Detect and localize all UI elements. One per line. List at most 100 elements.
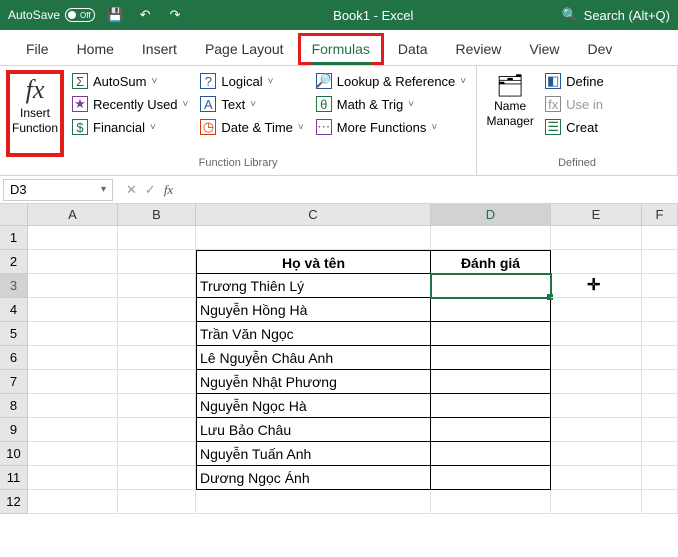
redo-icon[interactable]: ↷	[165, 5, 185, 25]
cell-header-name[interactable]: Họ và tên	[196, 250, 431, 274]
row-header[interactable]: 8	[0, 394, 28, 418]
cell[interactable]	[642, 466, 678, 490]
cell[interactable]	[28, 418, 118, 442]
save-icon[interactable]: 💾	[105, 5, 125, 25]
cell[interactable]	[196, 226, 431, 250]
row-header[interactable]: 4	[0, 298, 28, 322]
cell[interactable]	[642, 274, 678, 298]
cell[interactable]	[431, 442, 551, 466]
row-header[interactable]: 6	[0, 346, 28, 370]
tab-home[interactable]: Home	[63, 33, 128, 65]
cell[interactable]	[431, 322, 551, 346]
cell[interactable]	[28, 490, 118, 514]
cell[interactable]	[642, 226, 678, 250]
cell[interactable]	[118, 466, 196, 490]
autosave-toggle[interactable]: AutoSave Off	[8, 8, 95, 22]
cell[interactable]	[431, 298, 551, 322]
name-box[interactable]: D3▾	[3, 179, 113, 201]
cell[interactable]	[431, 226, 551, 250]
cell[interactable]	[642, 442, 678, 466]
undo-icon[interactable]: ↶	[135, 5, 155, 25]
tab-data[interactable]: Data	[384, 33, 442, 65]
financial-button[interactable]: $Financial	[68, 116, 192, 138]
cell[interactable]	[642, 298, 678, 322]
row-header[interactable]: 5	[0, 322, 28, 346]
cell[interactable]	[431, 418, 551, 442]
cell[interactable]	[551, 370, 642, 394]
cell[interactable]	[642, 346, 678, 370]
more-functions-button[interactable]: ⋯More Functions	[312, 116, 470, 138]
select-all-corner[interactable]	[0, 204, 28, 226]
cell[interactable]	[28, 298, 118, 322]
row-header[interactable]: 7	[0, 370, 28, 394]
cell[interactable]: Trần Văn Ngọc	[196, 322, 431, 346]
cell[interactable]	[28, 226, 118, 250]
cell[interactable]	[431, 394, 551, 418]
cell-header-rating[interactable]: Đánh giá	[431, 250, 551, 274]
tab-page-layout[interactable]: Page Layout	[191, 33, 298, 65]
cell[interactable]	[551, 466, 642, 490]
create-from-selection-button[interactable]: ☰Creat	[541, 116, 608, 138]
row-header[interactable]: 12	[0, 490, 28, 514]
row-header[interactable]: 10	[0, 442, 28, 466]
search-box[interactable]: 🔍 Search (Alt+Q)	[561, 7, 670, 23]
insert-function-button[interactable]: fx Insert Function	[6, 70, 64, 157]
cell[interactable]	[642, 370, 678, 394]
row-header[interactable]: 9	[0, 418, 28, 442]
toggle-icon[interactable]: Off	[65, 8, 95, 22]
cell[interactable]	[118, 490, 196, 514]
cell[interactable]	[118, 274, 196, 298]
cell[interactable]	[431, 466, 551, 490]
cell[interactable]	[642, 490, 678, 514]
cell[interactable]	[551, 442, 642, 466]
cell[interactable]	[118, 250, 196, 274]
tab-review[interactable]: Review	[442, 33, 516, 65]
cell[interactable]	[551, 394, 642, 418]
cell[interactable]	[118, 442, 196, 466]
spreadsheet-grid[interactable]: A B C D E F 1 2 Họ và tên Đánh giá 3 Trư…	[0, 204, 678, 514]
cell[interactable]	[642, 250, 678, 274]
col-header-D[interactable]: D	[431, 204, 551, 226]
tab-formulas[interactable]: Formulas	[298, 33, 384, 65]
cell[interactable]	[551, 226, 642, 250]
formula-input[interactable]	[183, 179, 678, 201]
row-header[interactable]: 1	[0, 226, 28, 250]
cell[interactable]	[642, 418, 678, 442]
col-header-A[interactable]: A	[28, 204, 118, 226]
cell[interactable]	[118, 346, 196, 370]
cell[interactable]	[551, 346, 642, 370]
logical-button[interactable]: ?Logical	[196, 70, 307, 92]
cell[interactable]	[196, 490, 431, 514]
cell[interactable]: Nguyễn Tuấn Anh	[196, 442, 431, 466]
col-header-C[interactable]: C	[196, 204, 431, 226]
cell[interactable]	[118, 370, 196, 394]
text-button[interactable]: AText	[196, 93, 307, 115]
cell[interactable]	[118, 322, 196, 346]
cell[interactable]: Nguyễn Ngọc Hà	[196, 394, 431, 418]
date-time-button[interactable]: ◷Date & Time	[196, 116, 307, 138]
cell[interactable]	[28, 322, 118, 346]
col-header-F[interactable]: F	[642, 204, 678, 226]
cell[interactable]	[28, 466, 118, 490]
cell[interactable]: Lê Nguyễn Châu Anh	[196, 346, 431, 370]
cell[interactable]	[551, 274, 642, 298]
cell[interactable]	[28, 274, 118, 298]
math-trig-button[interactable]: θMath & Trig	[312, 93, 470, 115]
cell[interactable]: Nguyễn Hồng Hà	[196, 298, 431, 322]
cell[interactable]: Nguyễn Nhật Phương	[196, 370, 431, 394]
tab-file[interactable]: File	[12, 33, 63, 65]
row-header[interactable]: 11	[0, 466, 28, 490]
cell[interactable]	[551, 298, 642, 322]
lookup-reference-button[interactable]: 🔎Lookup & Reference	[312, 70, 470, 92]
fx-icon-small[interactable]: fx	[164, 182, 173, 198]
cell[interactable]	[551, 250, 642, 274]
tab-view[interactable]: View	[515, 33, 573, 65]
cell[interactable]	[28, 394, 118, 418]
col-header-E[interactable]: E	[551, 204, 642, 226]
row-header[interactable]: 2	[0, 250, 28, 274]
cell[interactable]: Lưu Bảo Châu	[196, 418, 431, 442]
tab-insert[interactable]: Insert	[128, 33, 191, 65]
row-header[interactable]: 3	[0, 274, 28, 298]
cell[interactable]	[118, 226, 196, 250]
name-manager-button[interactable]: 🗂 Name Manager	[483, 70, 537, 157]
